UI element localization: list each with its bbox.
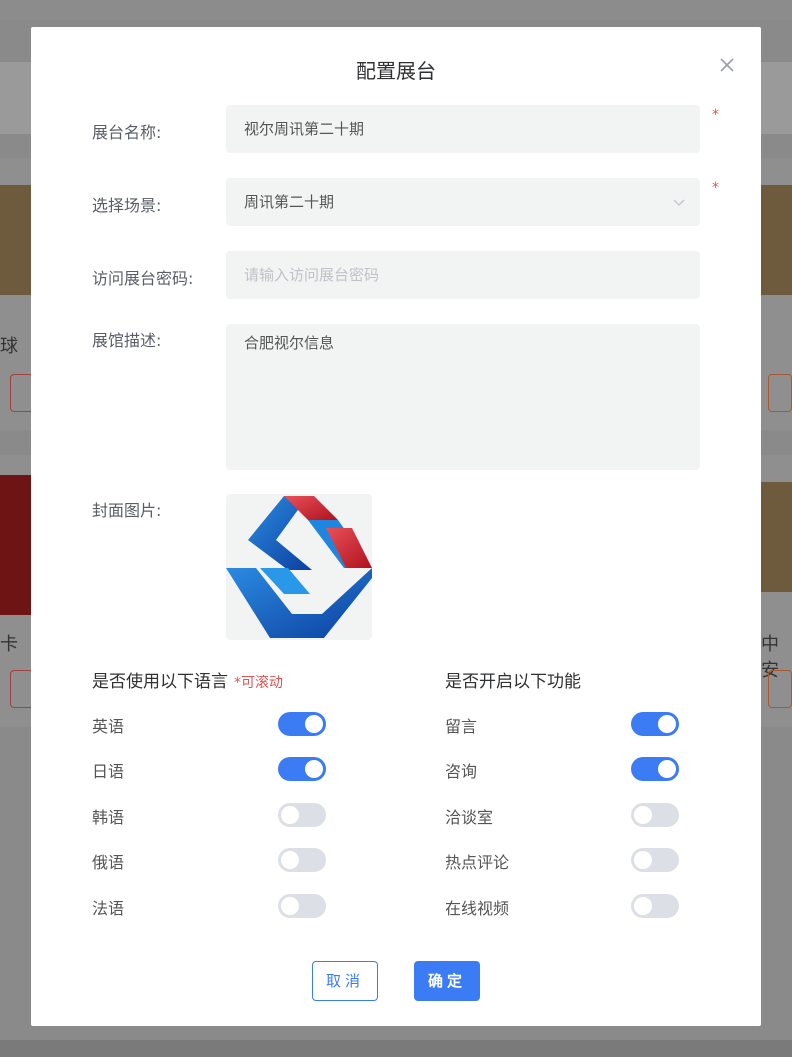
confirm-button[interactable]: 确定 [414, 961, 480, 1001]
scene-select[interactable]: 周讯第二十期 [226, 178, 700, 226]
booth-name-label: 展台名称: [92, 123, 162, 142]
toggle-knob [634, 897, 652, 915]
background-card-button [768, 670, 792, 708]
feature-option-label: 热点评论 [445, 853, 510, 872]
toggle-knob [634, 851, 652, 869]
required-mark: * [712, 107, 719, 123]
scroll-hint: *可滚动 [234, 675, 283, 691]
background-footer [0, 1040, 792, 1057]
languages-section-title: 是否使用以下语言 *可滚动 [92, 667, 283, 692]
booth-password-input[interactable] [244, 251, 682, 299]
toggle-knob [281, 897, 299, 915]
background-topbar [0, 0, 792, 20]
feature-toggle-switch[interactable] [631, 894, 679, 918]
background-card-thumbnail [761, 482, 792, 592]
toggle-knob [281, 851, 299, 869]
cover-image-label: 封面图片: [92, 501, 162, 520]
language-toggle-switch[interactable] [278, 757, 326, 781]
language-option-label: 英语 [92, 717, 125, 736]
hall-description-textarea[interactable]: 合肥视尔信息 [226, 324, 700, 470]
feature-option-label: 洽谈室 [445, 808, 494, 827]
required-mark: * [712, 180, 719, 196]
toggle-knob [281, 806, 299, 824]
language-option-label: 俄语 [92, 853, 125, 872]
feature-option-label: 咨询 [445, 762, 478, 781]
toggle-knob [305, 760, 323, 778]
cancel-button[interactable]: 取消 [312, 961, 378, 1001]
toggle-knob [634, 806, 652, 824]
cover-image-upload[interactable] [226, 494, 372, 640]
background-card-title: 球 [0, 336, 18, 357]
languages-title-text: 是否使用以下语言 [92, 672, 228, 692]
dialog-title: 配置展台 [356, 59, 436, 83]
booth-password-field [226, 251, 700, 299]
feature-toggle-switch[interactable] [631, 712, 679, 736]
chevron-down-icon [673, 199, 685, 206]
feature-toggle-switch[interactable] [631, 848, 679, 872]
language-option-label: 日语 [92, 762, 125, 781]
language-option-label: 法语 [92, 899, 125, 918]
toggle-knob [658, 760, 676, 778]
language-option-label: 韩语 [92, 808, 125, 827]
hall-description-label: 展馆描述: [92, 331, 162, 350]
background-card-title: 卡 [0, 634, 18, 655]
language-toggle-switch[interactable] [278, 712, 326, 736]
close-icon[interactable] [717, 55, 737, 75]
feature-toggle-switch[interactable] [631, 803, 679, 827]
background-card-thumbnail [761, 185, 792, 295]
language-toggle-switch[interactable] [278, 848, 326, 872]
feature-option-label: 在线视频 [445, 899, 510, 918]
scene-select-value: 周讯第二十期 [244, 193, 335, 211]
toggle-knob [305, 715, 323, 733]
booth-name-input[interactable]: 视尔周讯第二十期 [226, 105, 700, 153]
background-card-button [768, 374, 792, 412]
language-toggle-switch[interactable] [278, 803, 326, 827]
feature-option-label: 留言 [445, 717, 478, 736]
background-card-thumbnail [0, 185, 31, 295]
company-logo-image [226, 496, 372, 638]
language-toggle-switch[interactable] [278, 894, 326, 918]
toggle-knob [658, 715, 676, 733]
feature-toggle-switch[interactable] [631, 757, 679, 781]
scene-label: 选择场景: [92, 196, 162, 215]
background-card-thumbnail [0, 475, 31, 615]
booth-password-label: 访问展台密码: [92, 269, 194, 288]
features-section-title: 是否开启以下功能 [445, 672, 581, 692]
configure-booth-dialog: 配置展台 展台名称: 视尔周讯第二十期 * 选择场景: 周讯第二十期 * 访问展… [31, 27, 761, 1026]
